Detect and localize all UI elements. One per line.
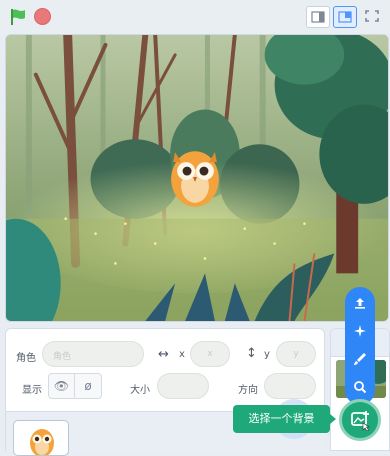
sprite-info-row-1: 角色 角色 ↔ x x ↕ y y: [6, 341, 326, 371]
x-input[interactable]: x: [190, 341, 230, 367]
direction-input[interactable]: [264, 373, 316, 399]
show-label: 显示: [22, 385, 42, 396]
paint-icon: [354, 353, 366, 365]
search-icon: [354, 381, 367, 394]
large-stage-icon: [338, 11, 352, 23]
sprite-info-row-2: 显示 👁 ø 大小 方向: [6, 373, 326, 403]
horizontal-arrow-icon: ↔: [158, 347, 169, 362]
stop-icon[interactable]: [34, 8, 51, 25]
backdrop-menu: [345, 287, 375, 405]
forest-backdrop: [6, 35, 388, 321]
fullscreen-icon: [365, 10, 379, 22]
upload-backdrop-button[interactable]: [345, 289, 375, 317]
large-stage-button[interactable]: [333, 6, 357, 28]
x-label: x: [179, 349, 185, 360]
stage-canvas[interactable]: [5, 34, 389, 322]
choose-backdrop-button[interactable]: [339, 399, 381, 441]
backdrop-plus-icon: [351, 411, 370, 431]
y-input[interactable]: y: [276, 341, 316, 367]
size-input[interactable]: [157, 373, 209, 399]
small-stage-icon: [311, 11, 325, 23]
choose-backdrop-tooltip: 选择一个背景: [233, 405, 336, 433]
sprite-name-label: 角色: [16, 353, 36, 364]
hide-eye-icon[interactable]: ø: [75, 374, 101, 398]
fullscreen-button[interactable]: [361, 6, 385, 28]
owl-sprite[interactable]: [171, 151, 219, 207]
y-label: y: [264, 349, 270, 360]
vertical-arrow-icon: ↕: [246, 346, 257, 361]
paint-backdrop-button[interactable]: [345, 345, 375, 373]
sprite-name-input[interactable]: 角色: [42, 341, 144, 367]
search-backdrop-button[interactable]: [345, 373, 375, 401]
green-flag-icon[interactable]: [8, 7, 28, 27]
small-stage-button[interactable]: [306, 6, 330, 28]
show-eye-icon[interactable]: 👁: [49, 374, 76, 398]
surprise-backdrop-button[interactable]: [345, 317, 375, 345]
size-label: 大小: [130, 385, 150, 396]
stage-toolbar: [0, 0, 390, 34]
upload-icon: [355, 298, 365, 309]
direction-label: 方向: [238, 385, 258, 396]
surprise-icon: [354, 325, 366, 337]
visibility-toggle: 👁 ø: [48, 373, 102, 399]
